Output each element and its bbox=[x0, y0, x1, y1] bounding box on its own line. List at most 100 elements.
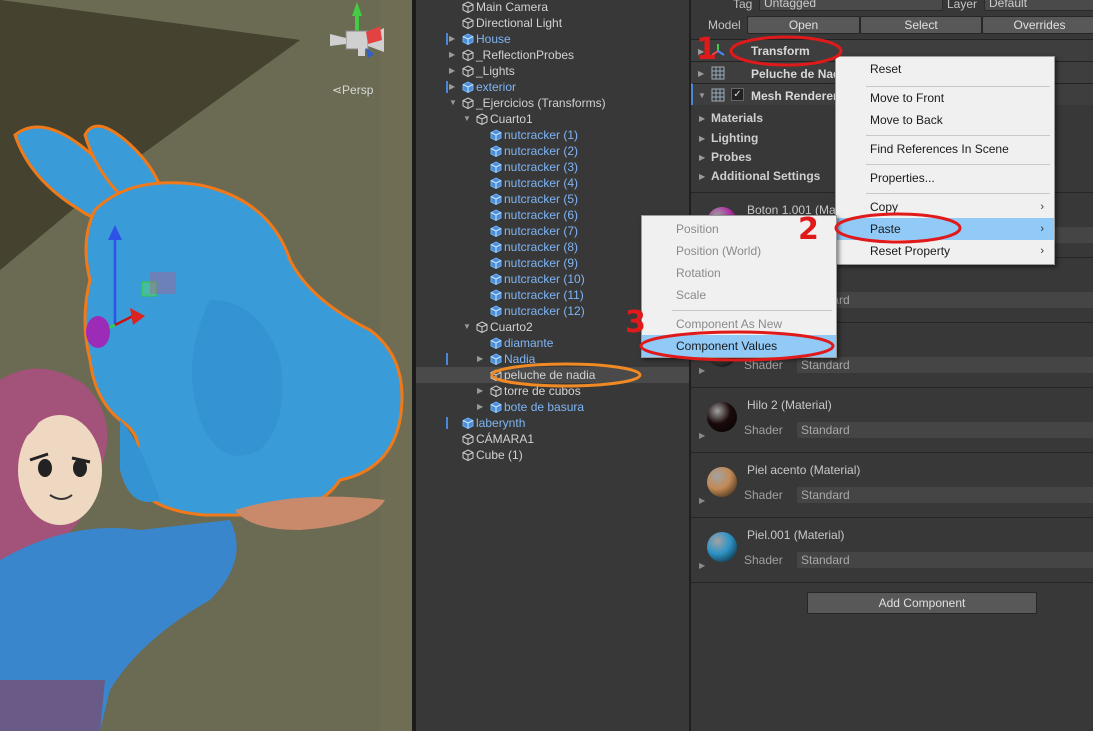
menu-item-move-to-back[interactable]: Move to Back bbox=[836, 109, 1054, 131]
hierarchy-item-label: nutcracker (5) bbox=[504, 192, 579, 206]
select-button[interactable]: Select bbox=[860, 16, 982, 34]
menu-item-label: Rotation bbox=[676, 266, 721, 280]
prefab-override-marker bbox=[446, 417, 448, 429]
hierarchy-item[interactable]: ▶ torre de cubos bbox=[416, 383, 689, 399]
material-name: Piel acento (Material) bbox=[747, 463, 861, 477]
hierarchy-item[interactable]: ▶ House bbox=[416, 31, 689, 47]
foldout-arrow-icon[interactable]: ▼ bbox=[449, 95, 457, 111]
hierarchy-item[interactable]: nutcracker (3) bbox=[416, 159, 689, 175]
foldout-arrow-icon[interactable]: ▶ bbox=[477, 351, 483, 367]
overrides-button[interactable]: Overrides bbox=[982, 16, 1093, 34]
menu-item-find-references[interactable]: Find References In Scene bbox=[836, 138, 1054, 160]
menu-item-component-values[interactable]: Component Values bbox=[642, 335, 836, 357]
foldout-arrow-icon[interactable]: ▶ bbox=[449, 63, 455, 79]
foldout-arrow-icon[interactable]: ▶ bbox=[699, 172, 705, 181]
foldout-arrow-icon[interactable]: ▶ bbox=[449, 47, 455, 63]
component-context-menu[interactable]: Reset Move to Front Move to Back Find Refer… bbox=[835, 56, 1055, 265]
foldout-arrow-icon[interactable]: ▶ bbox=[449, 31, 455, 47]
hierarchy-item[interactable]: Main Camera bbox=[416, 0, 689, 15]
shader-dropdown[interactable]: Standard bbox=[797, 292, 1093, 308]
foldout-arrow-icon[interactable]: ▼ bbox=[698, 91, 706, 100]
scene-view[interactable]: ⋖Persp bbox=[0, 0, 412, 731]
menu-separator bbox=[866, 135, 1050, 136]
unity-editor: { "scene": { "camera_label": "⋖Persp" },… bbox=[0, 0, 1093, 731]
scene-canvas[interactable] bbox=[0, 0, 412, 731]
hierarchy-item[interactable]: ▶ exterior bbox=[416, 79, 689, 95]
hierarchy-item[interactable]: ▶ bote de basura bbox=[416, 399, 689, 415]
hierarchy-panel[interactable]: Main Camera Directional Light ▶ House ▶ _Refl… bbox=[416, 0, 689, 731]
hierarchy-item[interactable]: CÁMARA1 bbox=[416, 431, 689, 447]
hierarchy-item[interactable]: ▶ _ReflectionProbes bbox=[416, 47, 689, 63]
add-component-button[interactable]: Add Component bbox=[807, 592, 1037, 614]
inspector-section-additional-settings[interactable]: Additional Settings bbox=[711, 169, 820, 183]
menu-item-move-to-front[interactable]: Move to Front bbox=[836, 87, 1054, 109]
hierarchy-item[interactable]: ▼ Cuarto1 bbox=[416, 111, 689, 127]
foldout-arrow-icon[interactable]: ▶ bbox=[699, 431, 705, 440]
material-entry[interactable]: Piel acento (Material) Shader Standard ▶ bbox=[691, 452, 1093, 516]
open-button[interactable]: Open bbox=[747, 16, 860, 34]
hierarchy-item-label: nutcracker (7) bbox=[504, 224, 579, 238]
foldout-arrow-icon[interactable]: ▶ bbox=[449, 79, 455, 95]
hierarchy-item-label: nutcracker (6) bbox=[504, 208, 579, 222]
foldout-arrow-icon[interactable]: ▶ bbox=[699, 366, 705, 375]
menu-item-label: Reset bbox=[870, 62, 902, 76]
hierarchy-item-label: House bbox=[476, 32, 511, 46]
tag-dropdown[interactable]: Untagged bbox=[759, 0, 943, 11]
shader-dropdown[interactable]: Standard bbox=[797, 487, 1093, 503]
hierarchy-item-label: Nadia bbox=[504, 352, 536, 366]
menu-item-reset-property[interactable]: Reset Property › bbox=[836, 240, 1054, 262]
gameobject-cube-icon bbox=[462, 65, 474, 77]
material-entry[interactable]: Hilo 2 (Material) Shader Standard ▶ bbox=[691, 387, 1093, 451]
menu-item-label: Find References In Scene bbox=[870, 142, 1009, 156]
menu-item-scale[interactable]: Scale bbox=[642, 284, 836, 306]
hierarchy-item-label: diamante bbox=[504, 336, 554, 350]
foldout-arrow-icon[interactable]: ▼ bbox=[463, 111, 471, 127]
foldout-arrow-icon[interactable]: ▶ bbox=[698, 69, 704, 78]
submenu-arrow-icon: › bbox=[1040, 201, 1044, 213]
hierarchy-item[interactable]: nutcracker (1) bbox=[416, 127, 689, 143]
menu-item-rotation[interactable]: Rotation bbox=[642, 262, 836, 284]
menu-item-copy[interactable]: Copy › bbox=[836, 196, 1054, 218]
hierarchy-item[interactable]: laberynth bbox=[416, 415, 689, 431]
hierarchy-item-label: nutcracker (4) bbox=[504, 176, 579, 190]
material-entry[interactable]: Piel.001 (Material) Shader Standard ▶ bbox=[691, 517, 1093, 581]
gameobject-cube-icon bbox=[490, 385, 502, 397]
menu-item-label: Properties... bbox=[870, 171, 935, 185]
gameobject-cube-icon bbox=[490, 369, 502, 381]
inspector-section-probes[interactable]: Probes bbox=[711, 150, 752, 164]
hierarchy-item[interactable]: Directional Light bbox=[416, 15, 689, 31]
foldout-arrow-icon[interactable]: ▶ bbox=[699, 496, 705, 505]
foldout-arrow-icon[interactable]: ▼ bbox=[463, 319, 471, 335]
prefab-cube-icon bbox=[490, 145, 502, 157]
shader-dropdown[interactable]: Standard bbox=[797, 422, 1093, 438]
prefab-cube-icon bbox=[462, 81, 474, 93]
shader-dropdown[interactable]: Standard bbox=[797, 552, 1093, 568]
layer-dropdown[interactable]: Default bbox=[984, 0, 1093, 11]
menu-item-paste[interactable]: Paste › bbox=[836, 218, 1054, 240]
hierarchy-item[interactable]: nutcracker (4) bbox=[416, 175, 689, 191]
layer-label: Layer bbox=[947, 0, 978, 11]
camera-mode-label[interactable]: ⋖Persp bbox=[332, 83, 373, 97]
foldout-arrow-icon[interactable]: ▶ bbox=[699, 561, 705, 570]
menu-item-reset[interactable]: Reset bbox=[836, 58, 1054, 80]
shader-dropdown[interactable]: Standard bbox=[797, 357, 1093, 373]
foldout-arrow-icon[interactable]: ▶ bbox=[699, 134, 705, 143]
prefab-cube-icon bbox=[490, 241, 502, 253]
hierarchy-item[interactable]: ▶ _Lights bbox=[416, 63, 689, 79]
foldout-arrow-icon[interactable]: ▶ bbox=[477, 399, 483, 415]
inspector-section-materials[interactable]: Materials bbox=[711, 111, 763, 125]
hierarchy-item[interactable]: nutcracker (2) bbox=[416, 143, 689, 159]
menu-item-properties[interactable]: Properties... bbox=[836, 167, 1054, 189]
prefab-cube-icon bbox=[490, 289, 502, 301]
hierarchy-item[interactable]: nutcracker (5) bbox=[416, 191, 689, 207]
hierarchy-item[interactable]: peluche de nadia bbox=[416, 367, 689, 383]
hierarchy-item[interactable]: Cube (1) bbox=[416, 447, 689, 463]
foldout-arrow-icon[interactable]: ▶ bbox=[477, 383, 483, 399]
menu-item-component-as-new[interactable]: Component As New bbox=[642, 313, 836, 335]
hierarchy-item-label: _Ejercicios (Transforms) bbox=[476, 96, 606, 110]
foldout-arrow-icon[interactable]: ▶ bbox=[699, 114, 705, 123]
foldout-arrow-icon[interactable]: ▶ bbox=[699, 153, 705, 162]
inspector-section-lighting[interactable]: Lighting bbox=[711, 131, 758, 145]
hierarchy-item[interactable]: ▼ _Ejercicios (Transforms) bbox=[416, 95, 689, 111]
enabled-checkbox[interactable]: ✓ bbox=[731, 88, 744, 101]
